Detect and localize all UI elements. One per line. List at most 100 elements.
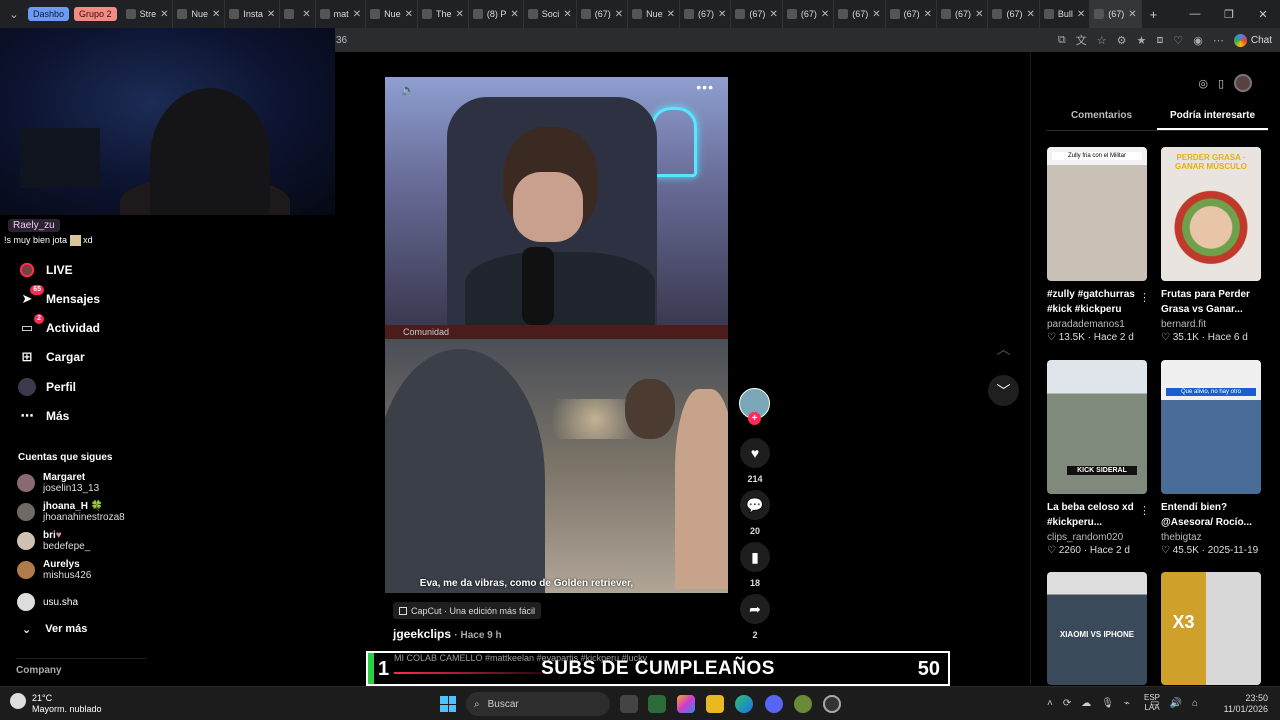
card-author[interactable]: paradademanos1 — [1047, 319, 1147, 330]
next-video-chevron-down-icon[interactable]: ﹀ — [988, 375, 1019, 406]
recommended-video-card[interactable]: PERDER GRASA · GANAR MÚSCULO Frutas para… — [1161, 147, 1261, 343]
tab-close-icon[interactable]: ✕ — [160, 9, 168, 20]
browser-tab[interactable]: Insta ✕ — [225, 0, 281, 28]
browser-tab[interactable]: Nue ✕ — [628, 0, 681, 28]
author-name[interactable]: jgeekclips — [393, 627, 451, 641]
browser-tab[interactable]: (67) ✕ — [731, 0, 783, 28]
video-thumbnail[interactable]: Zully fria con el Militar — [1047, 147, 1147, 281]
bookmark-icon[interactable]: ▮ — [740, 542, 770, 572]
weather-widget[interactable]: 21°C Mayorm. nublado — [10, 693, 102, 715]
tab-close-icon[interactable]: ✕ — [975, 9, 983, 20]
browser-tab[interactable]: The ✕ — [418, 0, 469, 28]
video-options-icon[interactable]: ••• — [696, 79, 714, 95]
edge-browser-icon[interactable] — [735, 695, 753, 713]
phone-icon[interactable]: ▯ — [1218, 77, 1224, 90]
capcut-anchor[interactable]: CapCut · Una edición más fácil — [393, 602, 542, 619]
like-heart-icon[interactable]: ♥ — [740, 438, 770, 468]
taskbar-search[interactable]: ⌕ Buscar — [466, 692, 610, 716]
recommended-video-card[interactable]: X3 — [1161, 572, 1261, 685]
recommended-video-card[interactable]: KICK SIDERAL La beba celoso xd #kickperu… — [1047, 360, 1150, 556]
browser-tab[interactable]: (67) ✕ — [834, 0, 886, 28]
tab-comments[interactable]: Comentarios — [1046, 110, 1157, 130]
tab-close-icon[interactable]: ✕ — [510, 9, 518, 20]
following-account[interactable]: Margaret joselin13_13 — [17, 472, 99, 494]
card-author[interactable]: clips_random020 — [1047, 532, 1147, 543]
browser-essentials-icon[interactable]: ♡ — [1173, 34, 1183, 47]
company-link[interactable]: Company — [16, 665, 62, 676]
comment-icon[interactable]: 💬 — [740, 490, 770, 520]
tab-group-dashboard[interactable]: Dashbo — [28, 7, 70, 21]
chevron-up-icon[interactable]: ˄ — [1047, 698, 1053, 709]
video-thumbnail[interactable]: Que alivio, no hay otro — [1161, 360, 1261, 494]
card-menu-icon[interactable]: ⋮ — [1139, 291, 1150, 304]
recommended-video-card[interactable]: Zully fria con el Militar #zully #gatchu… — [1047, 147, 1150, 343]
quick-settings[interactable]: ▭ 🔊 ⌂ — [1150, 698, 1198, 709]
windows-start-icon[interactable] — [440, 696, 456, 712]
sidebar-item-profile[interactable]: Perfil — [0, 378, 170, 396]
tab-close-icon[interactable]: ✕ — [212, 9, 220, 20]
sidebar-item-activity[interactable]: ▭ 2 Actividad — [0, 314, 170, 337]
profile-icon[interactable]: ◉ — [1193, 34, 1203, 47]
sidebar-item-messages[interactable]: ➤ 65 Mensajes — [0, 285, 170, 308]
usb-icon[interactable]: ⌁ — [1124, 698, 1130, 709]
browser-tab[interactable]: (8) P ✕ — [469, 0, 524, 28]
tab-close-icon[interactable]: ✕ — [769, 9, 777, 20]
tab-close-icon[interactable]: ✕ — [563, 9, 571, 20]
store-icon[interactable] — [648, 695, 666, 713]
task-view-icon[interactable] — [620, 695, 638, 713]
extensions-icon[interactable]: ⚙ — [1117, 34, 1127, 47]
following-account[interactable]: Aurelys mishus426 — [17, 559, 91, 581]
card-menu-icon[interactable]: ⋮ — [1139, 504, 1150, 517]
browser-tab[interactable]: (67) ✕ — [1090, 0, 1142, 28]
volume-icon[interactable]: 🔈 — [401, 83, 415, 96]
browser-tab[interactable]: (67) ✕ — [886, 0, 938, 28]
sidebar-item-live[interactable]: LIVE — [0, 261, 170, 279]
tab-close-icon[interactable]: ✕ — [667, 9, 675, 20]
share-arrow-icon[interactable]: ➦ — [740, 594, 770, 624]
following-account[interactable]: usu.sha — [17, 593, 78, 611]
following-account[interactable]: bri♥ bedefepe_ — [17, 530, 90, 552]
video-thumbnail[interactable]: PERDER GRASA · GANAR MÚSCULO — [1161, 147, 1261, 281]
tab-close-icon[interactable]: ✕ — [718, 9, 726, 20]
tab-close-icon[interactable]: ✕ — [821, 9, 829, 20]
tab-close-icon[interactable]: ✕ — [267, 9, 275, 20]
onedrive-icon[interactable]: ☁ — [1081, 698, 1091, 709]
favorites-icon[interactable]: ★ — [1137, 34, 1147, 47]
system-clock[interactable]: 23:50 11/01/2026 — [1224, 693, 1268, 715]
tab-close-icon[interactable]: ✕ — [872, 9, 880, 20]
video-thumbnail[interactable]: XIAOMI VS IPHONE — [1047, 572, 1147, 685]
favorite-star-icon[interactable]: ☆ — [1097, 34, 1107, 47]
tab-close-icon[interactable]: ✕ — [405, 9, 413, 20]
copilot-app-icon[interactable] — [677, 695, 695, 713]
browser-tab[interactable]: (67) ✕ — [937, 0, 989, 28]
browser-tab[interactable]: (67) ✕ — [988, 0, 1040, 28]
tab-close-icon[interactable]: ✕ — [924, 9, 932, 20]
translate-icon[interactable]: 文 — [1076, 32, 1087, 48]
browser-tab[interactable]: (67) ✕ — [680, 0, 732, 28]
browser-tab[interactable]: Nue ✕ — [173, 0, 226, 28]
tab-group-2[interactable]: Grupo 2 — [74, 7, 117, 21]
card-author[interactable]: bernard.fit — [1161, 319, 1261, 330]
user-avatar[interactable] — [1234, 74, 1252, 92]
recommended-video-card[interactable]: Que alivio, no hay otro Entendí bien? @A… — [1161, 360, 1261, 556]
video-player-top[interactable]: 🔈 ••• — [385, 77, 728, 325]
browser-tab[interactable]: Bull ✕ — [1040, 0, 1091, 28]
browser-tab[interactable]: Stre ✕ — [122, 0, 174, 28]
coins-icon[interactable]: ◎ — [1198, 77, 1208, 90]
tab-close-icon[interactable]: ✕ — [353, 9, 361, 20]
video-thumbnail[interactable]: X3 — [1161, 572, 1261, 685]
video-thumbnail[interactable]: KICK SIDERAL — [1047, 360, 1147, 494]
file-explorer-icon[interactable] — [706, 695, 724, 713]
tab-search-chevron-icon[interactable]: ⌄ — [0, 8, 28, 21]
browser-tab[interactable]: (67) ✕ — [783, 0, 835, 28]
close-window-icon[interactable]: ✕ — [1246, 8, 1280, 21]
video-author[interactable]: jgeekclips · Hace 9 h — [393, 627, 502, 641]
browser-tab[interactable]: mat ✕ — [316, 0, 367, 28]
collections-icon[interactable]: ⧈ — [1156, 34, 1163, 47]
following-account[interactable]: jhoana_H 🍀 jhoanahinestroza8 — [17, 501, 125, 523]
url-text[interactable]: 36 — [336, 35, 347, 46]
more-menu-icon[interactable]: ⋯ — [1213, 34, 1224, 47]
sync-icon[interactable]: ⟳ — [1063, 698, 1071, 709]
browser-tab[interactable]: Soci ✕ — [524, 0, 577, 28]
maximize-icon[interactable]: ❐ — [1212, 8, 1246, 21]
